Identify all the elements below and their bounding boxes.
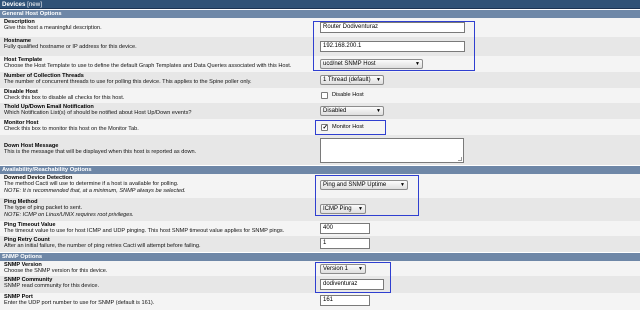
hostname-input[interactable]: 192.168.200.1 bbox=[320, 41, 465, 52]
row-host-template: Host Template Choose the Host Template to… bbox=[0, 56, 640, 72]
help-snmp-version: Choose the SNMP version for this device. bbox=[4, 268, 108, 275]
help-disable-host: Check this box to disable all checks for… bbox=[4, 95, 125, 102]
monitor-host-checkbox[interactable] bbox=[321, 123, 328, 131]
row-downed-device-detection: Downed Device Detection The method Cacti … bbox=[0, 174, 640, 198]
new-badge: [new] bbox=[27, 1, 42, 8]
help-hostname: Fully qualified hostname or IP address f… bbox=[4, 44, 137, 51]
host-template-value: ucd/net SNMP Host bbox=[323, 61, 376, 67]
note-downed-device-detection: NOTE: It is recommended that, at a minim… bbox=[4, 187, 186, 194]
description-input[interactable]: Router Dodiventuraz bbox=[320, 22, 465, 33]
resize-grip-icon[interactable] bbox=[458, 157, 462, 161]
ping-method-select[interactable]: ICMP Ping ▼ bbox=[320, 204, 366, 214]
section-snmp-options: SNMP Options bbox=[0, 253, 640, 261]
monitor-host-checkbox-label[interactable]: Monitor Host bbox=[332, 124, 364, 130]
row-snmp-community: SNMP Community SNMP read community for th… bbox=[0, 276, 640, 293]
chevron-down-icon: ▼ bbox=[415, 61, 420, 67]
snmp-port-input[interactable]: 161 bbox=[320, 295, 370, 306]
help-thold-notification: Which Notification List(s) of should be … bbox=[4, 110, 192, 117]
down-host-message-textarea[interactable] bbox=[320, 138, 464, 163]
chevron-down-icon: ▼ bbox=[376, 108, 381, 114]
row-description: Description Give this host a meaningful d… bbox=[0, 18, 640, 37]
help-snmp-community: SNMP read community for this device. bbox=[4, 283, 100, 290]
page-title: Devices bbox=[2, 1, 26, 8]
collection-threads-select[interactable]: 1 Thread (default) ▼ bbox=[320, 75, 384, 85]
chevron-down-icon: ▼ bbox=[400, 182, 405, 188]
section-availability-options: Availability/Reachability Options bbox=[0, 166, 640, 174]
snmp-version-select[interactable]: Version 1 ▼ bbox=[320, 264, 366, 274]
help-host-template: Choose the Host Template to use to defin… bbox=[4, 63, 292, 70]
snmp-version-value: Version 1 bbox=[323, 266, 349, 272]
collection-threads-value: 1 Thread (default) bbox=[323, 77, 371, 83]
thold-notification-value: Disabled bbox=[323, 108, 347, 114]
disable-host-checkbox-label[interactable]: Disable Host bbox=[332, 92, 364, 98]
thold-notification-select[interactable]: Disabled ▼ bbox=[320, 106, 384, 116]
row-monitor-host: Monitor Host Check this box to monitor th… bbox=[0, 119, 640, 135]
host-template-select[interactable]: ucd/net SNMP Host ▼ bbox=[320, 59, 423, 69]
help-ping-timeout: The timeout value to use for host ICMP a… bbox=[4, 228, 285, 235]
row-collection-threads: Number of Collection Threads The number o… bbox=[0, 72, 640, 88]
help-description: Give this host a meaningful description. bbox=[4, 25, 102, 32]
row-ping-retry: Ping Retry Count After an initial failure… bbox=[0, 236, 640, 252]
disable-host-checkbox[interactable] bbox=[321, 92, 328, 99]
downed-device-detection-select[interactable]: Ping and SNMP Uptime ▼ bbox=[320, 180, 408, 190]
snmp-community-input[interactable]: dodiventuraz bbox=[320, 279, 384, 290]
row-thold-notification: Thold Up/Down Email Notification Which No… bbox=[0, 103, 640, 119]
ping-method-value: ICMP Ping bbox=[323, 206, 352, 212]
help-ping-retry: After an initial failure, the number of … bbox=[4, 243, 201, 250]
row-down-host-message: Down Host Message This is the message tha… bbox=[0, 135, 640, 165]
row-ping-timeout: Ping Timeout Value The timeout value to u… bbox=[0, 221, 640, 236]
row-snmp-port: SNMP Port Enter the UDP port number to us… bbox=[0, 293, 640, 310]
note-ping-method: NOTE: ICMP on Linux/UNIX requires root p… bbox=[4, 211, 134, 218]
row-disable-host: Disable Host Check this box to disable al… bbox=[0, 88, 640, 103]
ping-retry-input[interactable]: 1 bbox=[320, 238, 370, 249]
chevron-down-icon: ▼ bbox=[376, 77, 381, 83]
row-snmp-version: SNMP Version Choose the SNMP version for … bbox=[0, 261, 640, 276]
window-title-bar: Devices [new] bbox=[0, 0, 640, 9]
help-monitor-host: Check this box to monitor this host on t… bbox=[4, 126, 139, 133]
section-general-host-options: General Host Options bbox=[0, 10, 640, 18]
downed-device-detection-value: Ping and SNMP Uptime bbox=[323, 182, 387, 188]
ping-timeout-input[interactable]: 400 bbox=[320, 223, 370, 234]
help-down-host-message: This is the message that will be display… bbox=[4, 149, 197, 156]
row-ping-method: Ping Method The type of ping packet to se… bbox=[0, 198, 640, 221]
help-snmp-port: Enter the UDP port number to use for SNM… bbox=[4, 300, 155, 307]
row-hostname: Hostname Fully qualified hostname or IP a… bbox=[0, 37, 640, 56]
help-collection-threads: The number of concurrent threads to use … bbox=[4, 79, 252, 86]
chevron-down-icon: ▼ bbox=[358, 206, 363, 212]
chevron-down-icon: ▼ bbox=[358, 266, 363, 272]
